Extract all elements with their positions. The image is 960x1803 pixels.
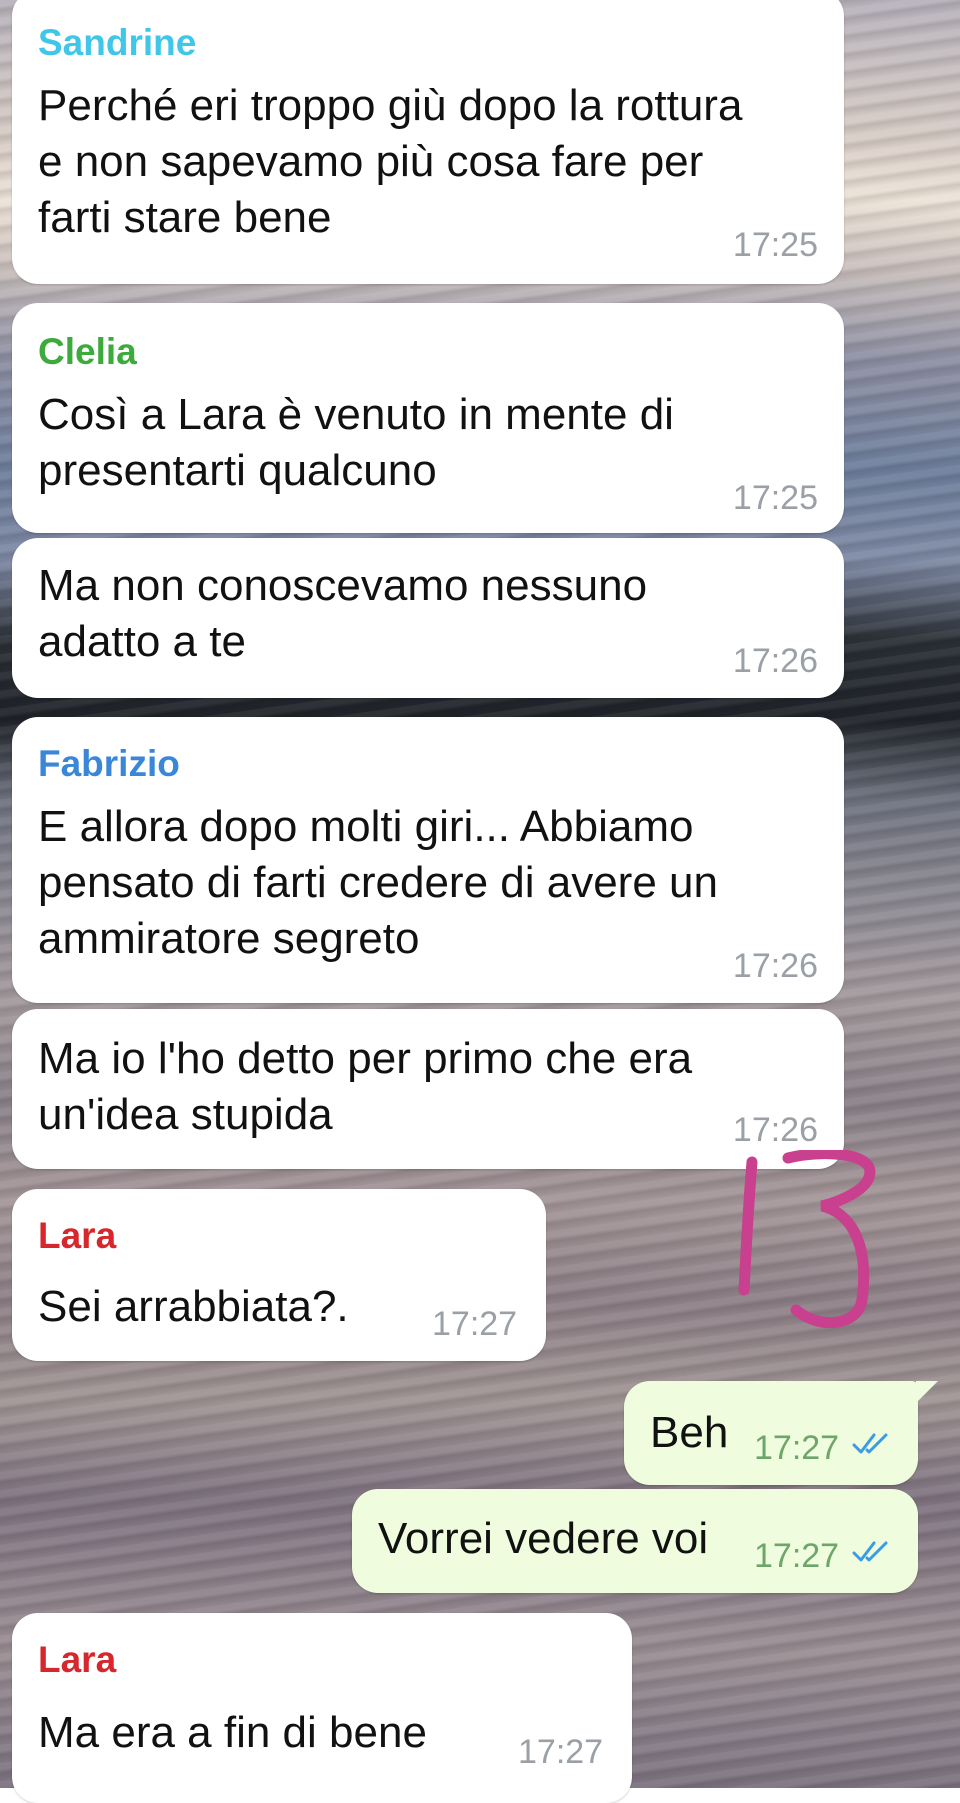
- message-time: 17:27: [754, 1537, 840, 1575]
- message-time: 17:27: [754, 1429, 840, 1467]
- sender-name[interactable]: Sandrine: [38, 22, 196, 64]
- message-text: Vorrei vedere voi: [378, 1514, 709, 1563]
- message-time: 17:27: [432, 1305, 518, 1343]
- handwritten-marker-drawing: [738, 1150, 876, 1329]
- message-text: E allora dopo molti giri... Abbiamo pens…: [38, 802, 718, 963]
- sender-name[interactable]: Lara: [38, 1639, 116, 1681]
- message-bubble[interactable]: Clelia Così a Lara è venuto in mente di …: [12, 303, 844, 533]
- message-bubble[interactable]: Ma io l'ho detto per primo che era un'id…: [12, 1009, 844, 1169]
- message-bubble[interactable]: Sandrine Perché eri troppo giù dopo la r…: [12, 0, 844, 284]
- message-bubble-outgoing[interactable]: Vorrei vedere voi 17:27: [352, 1489, 918, 1593]
- message-bubble-outgoing[interactable]: Beh 17:27: [624, 1381, 918, 1485]
- message-text: Perché eri troppo giù dopo la rottura e …: [38, 81, 743, 242]
- message-text: Così a Lara è venuto in mente di present…: [38, 390, 674, 495]
- message-time: 17:25: [732, 226, 818, 264]
- message-bubble[interactable]: Fabrizio E allora dopo molti giri... Abb…: [12, 717, 844, 1003]
- message-time: 17:26: [732, 642, 818, 680]
- message-text: Ma non conoscevamo nessuno adatto a te: [38, 561, 648, 666]
- message-time: 17:27: [518, 1733, 604, 1771]
- message-bubble[interactable]: Lara Ma era a fin di bene 17:27: [12, 1613, 632, 1803]
- message-text: Ma io l'ho detto per primo che era un'id…: [38, 1034, 693, 1139]
- read-ticks-icon: [852, 1541, 888, 1562]
- message-text: Ma era a fin di bene: [38, 1708, 427, 1757]
- message-time: 17:26: [732, 1111, 818, 1149]
- message-time: 17:25: [732, 479, 818, 517]
- sender-name[interactable]: Fabrizio: [38, 743, 180, 785]
- message-bubble[interactable]: Ma non conoscevamo nessuno adatto a te 1…: [12, 538, 844, 698]
- message-bubble[interactable]: Lara Sei arrabbiata?. 17:27: [12, 1189, 546, 1361]
- read-ticks-icon: [852, 1433, 888, 1454]
- message-text: Sei arrabbiata?.: [38, 1282, 349, 1331]
- message-text: Beh: [650, 1408, 729, 1457]
- sender-name[interactable]: Clelia: [38, 331, 137, 373]
- sender-name[interactable]: Lara: [38, 1215, 116, 1257]
- message-time: 17:26: [732, 947, 818, 985]
- bubble-tail: [916, 1381, 938, 1403]
